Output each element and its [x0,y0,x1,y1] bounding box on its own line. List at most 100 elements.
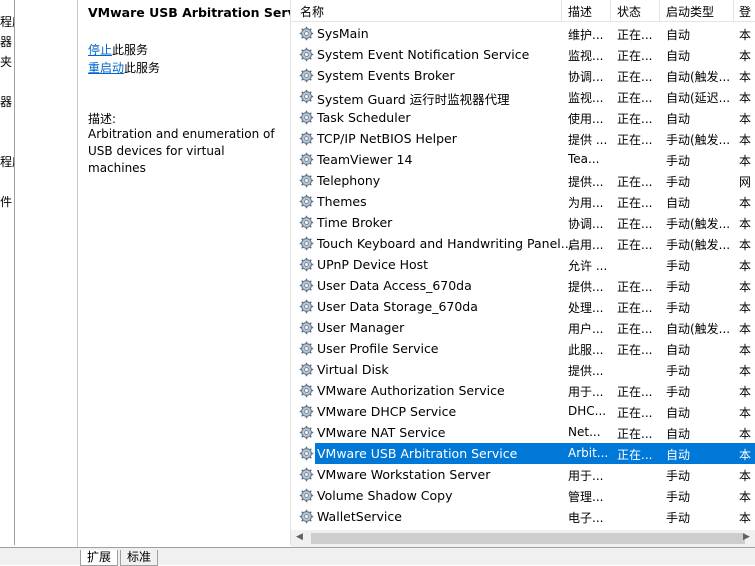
service-row-selected[interactable]: VMware USB Arbitration Service Arbit... 正在… [291,443,755,464]
service-startup-type: 手动 [666,469,691,483]
service-login-as: 本 [739,217,752,231]
service-description: 启用... [568,238,604,252]
service-login-as: 本 [739,49,752,63]
service-status: 正在... [617,175,653,189]
service-row[interactable]: Telephony 提供... 正在... 手动 网 [291,170,755,191]
service-row[interactable]: System Events Broker 协调... 正在... 自动(触发... 本 [291,65,755,86]
pane-divider[interactable] [14,0,15,545]
service-row[interactable]: Touch Keyboard and Handwriting Panel... 启… [291,233,755,254]
service-status: 正在... [617,238,653,252]
service-row[interactable]: Themes 为用... 正在... 自动 本 [291,191,755,212]
service-login-as: 本 [739,259,752,273]
tree-item[interactable]: 件 [0,193,12,210]
service-login-as: 本 [739,511,752,525]
service-row[interactable]: User Data Storage_670da 处理... 正在... 手动 本 [291,296,755,317]
service-startup-type: 自动 [666,112,691,126]
service-name: Telephony [317,173,381,188]
tree-item[interactable]: 器 [0,33,12,50]
scroll-left-icon[interactable]: ◀ [296,532,303,542]
service-row[interactable]: System Guard 运行时监视器代理 监视... 正在... 自动(延迟... 本 [291,86,755,107]
column-header-startup-type[interactable]: 启动类型 [666,3,714,20]
stop-service-link[interactable]: 停止 [88,43,112,57]
service-row[interactable]: UPnP Device Host 允许 ... 手动 本 [291,254,755,275]
service-login-as: 本 [739,28,752,42]
list-header: 名称 描述 状态 启动类型 登 [291,0,755,22]
description-label: 描述: [88,112,117,126]
service-description: DHC... [568,404,607,418]
stop-suffix: 此服务 [112,43,149,57]
service-row[interactable]: VMware DHCP Service DHC... 正在... 自动 本 [291,401,755,422]
scrollbar-thumb[interactable] [311,533,745,544]
service-name: VMware NAT Service [317,425,446,440]
service-status: 正在... [617,343,653,357]
service-row[interactable]: Time Broker 协调... 正在... 手动(触发... 本 [291,212,755,233]
column-header-login[interactable]: 登 [739,3,751,20]
tree-item[interactable]: 程序 [0,13,14,30]
service-status: 正在... [617,91,653,105]
service-startup-type: 手动 [666,259,691,273]
service-gear-icon [299,47,314,62]
service-startup-type: 自动 [666,49,691,63]
service-description: 监视... [568,49,604,63]
column-header-status[interactable]: 状态 [617,3,641,20]
service-name: VMware Authorization Service [317,383,505,398]
service-row[interactable]: SysMain 维护... 正在... 自动 本 [291,23,755,44]
column-header-description[interactable]: 描述 [568,3,592,20]
tree-item[interactable]: 器 [0,93,12,110]
service-status: 正在... [617,49,653,63]
tree-item[interactable]: 夹 [0,53,12,70]
service-gear-icon [299,110,314,125]
service-name: VMware USB Arbitration Service [317,446,518,461]
scroll-right-icon[interactable]: ▶ [743,532,750,542]
service-row[interactable]: VMware Authorization Service 用于... 正在... 手动… [291,380,755,401]
horizontal-scrollbar[interactable]: ◀ ▶ [291,530,755,547]
restart-suffix: 此服务 [124,61,161,75]
service-status: 正在... [617,70,653,84]
service-row[interactable]: WalletService 电子... 手动 本 [291,506,755,527]
service-gear-icon [299,68,314,83]
service-row[interactable]: Task Scheduler 使用... 正在... 自动 本 [291,107,755,128]
service-description: 提供 ... [568,133,608,147]
service-name: VMware DHCP Service [317,404,457,419]
restart-service-link[interactable]: 重启动 [88,61,124,75]
service-startup-type: 自动(延迟... [666,91,731,105]
service-title: VMware USB Arbitration Service [88,5,316,20]
service-name: System Event Notification Service [317,47,530,62]
tree-item[interactable]: 程序 [0,153,14,170]
service-row[interactable]: User Profile Service 此服... 正在... 自动 本 [291,338,755,359]
service-row[interactable]: VMware NAT Service Net... 正在... 自动 本 [291,422,755,443]
service-startup-type: 手动(触发... [666,238,731,252]
service-row[interactable]: System Event Notification Service 监视... 正在… [291,44,755,65]
service-description: Arbit... [568,446,609,460]
service-startup-type: 手动 [666,280,691,294]
service-name: User Manager [317,320,405,335]
service-startup-type: 自动(触发... [666,322,731,336]
service-login-as: 本 [739,196,752,210]
service-row[interactable]: VMware Workstation Server 用于... 手动 本 [291,464,755,485]
service-name: TCP/IP NetBIOS Helper [317,131,457,146]
service-startup-type: 手动(触发... [666,133,731,147]
service-row[interactable]: Volume Shadow Copy 管理... 手动 本 [291,485,755,506]
service-startup-type: 自动 [666,427,691,441]
service-gear-icon [299,257,314,272]
service-row[interactable]: TeamViewer 14 Tea... 手动 本 [291,149,755,170]
service-startup-type: 手动(触发... [666,217,731,231]
service-description: 此服... [568,343,604,357]
service-row[interactable]: Virtual Disk 提供... 手动 本 [291,359,755,380]
service-description: 提供... [568,175,604,189]
service-description: 允许 ... [568,259,608,273]
service-description: 监视... [568,91,604,105]
service-row[interactable]: TCP/IP NetBIOS Helper 提供 ... 正在... 手动(触发...… [291,128,755,149]
service-description: 用户... [568,322,604,336]
service-login-as: 本 [739,154,752,168]
service-name: Touch Keyboard and Handwriting Panel... [317,236,573,251]
service-status: 正在... [617,406,653,420]
service-row[interactable]: User Data Access_670da 提供... 正在... 手动 本 [291,275,755,296]
column-header-name[interactable]: 名称 [300,3,324,20]
service-login-as: 本 [739,238,752,252]
service-description: 维护... [568,28,604,42]
service-status: 正在... [617,427,653,441]
service-description: 协调... [568,70,604,84]
service-row[interactable]: User Manager 用户... 正在... 自动(触发... 本 [291,317,755,338]
service-name: System Events Broker [317,68,455,83]
